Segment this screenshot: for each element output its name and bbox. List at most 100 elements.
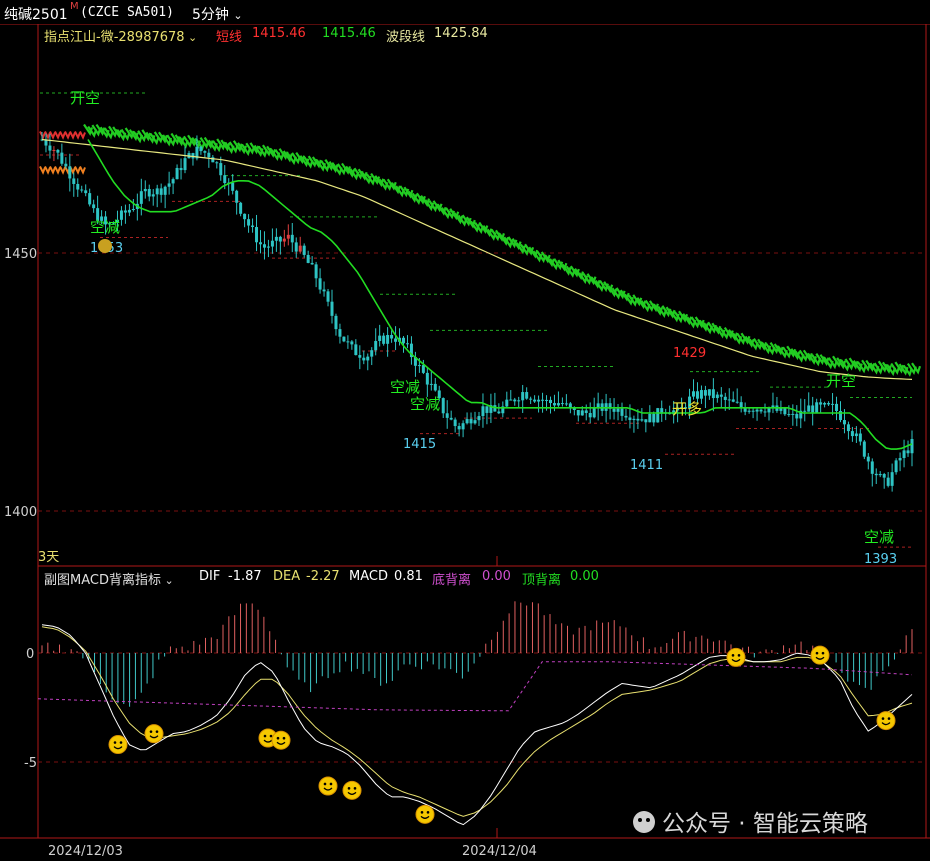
candle-body: [513, 399, 517, 402]
candle-body: [632, 418, 636, 421]
candle-body: [402, 337, 406, 344]
candle-body: [910, 439, 914, 454]
candle-body: [163, 186, 167, 195]
candle-body: [727, 399, 731, 401]
symbol-flag: M: [70, 1, 79, 12]
candle-body: [791, 413, 795, 415]
sub-pane-frame: [37, 565, 927, 839]
candle-body: [509, 399, 513, 401]
candle-body: [644, 419, 648, 423]
smiley-icon: [144, 724, 164, 744]
candle-body: [894, 460, 898, 473]
candle-body: [469, 419, 473, 424]
candle-body: [548, 399, 552, 404]
annotation-signal: 空减: [390, 378, 420, 396]
candle-body: [64, 163, 68, 167]
band-arrow-orange: [49, 165, 56, 175]
candle-body: [842, 420, 846, 425]
sub-indicator-selector[interactable]: 副图MACD背离指标 ⌄: [44, 569, 174, 588]
candle-body: [290, 234, 294, 243]
candle-body: [545, 399, 549, 401]
candle-body: [533, 399, 537, 402]
dif-line: [41, 624, 913, 826]
candle-body: [270, 240, 274, 247]
candle-body: [521, 392, 525, 401]
bottom-div-label: 底背离: [432, 573, 472, 588]
candle-body: [755, 409, 759, 412]
smiley-icon: [810, 645, 830, 665]
dea-label: DEA: [273, 569, 301, 584]
money-bag-icon: [98, 239, 112, 253]
smiley-eye: [155, 730, 159, 733]
candle-body: [314, 264, 318, 279]
macd-histogram: [41, 601, 913, 707]
candle-body: [731, 399, 735, 402]
macd-value: 0.81: [394, 569, 423, 584]
candle-body: [576, 409, 580, 416]
candle-body: [68, 166, 72, 179]
candle-body: [477, 416, 481, 421]
smiley-icon: [726, 647, 746, 667]
candle-body: [243, 213, 247, 220]
x-tick-label-1: 2024/12/03: [48, 844, 123, 859]
smiley-eye: [353, 787, 357, 790]
candle-body: [497, 411, 501, 414]
candle-body: [882, 474, 886, 478]
y-tick-1400: 1400: [4, 505, 37, 520]
candle-body: [628, 417, 632, 421]
x-tick-label-2: 2024/12/04: [462, 844, 537, 859]
smiley-eye: [269, 734, 273, 738]
chart-canvas: 1450 1400 0 -5 2024/12/03 2024/12/04 3天 …: [0, 23, 930, 859]
candle-body: [739, 402, 743, 408]
candle-body: [525, 392, 529, 399]
candle-body: [620, 408, 624, 416]
candle-body: [803, 410, 807, 412]
candle-body: [850, 431, 854, 437]
period-label: 5分钟: [192, 7, 229, 23]
candle-body: [56, 149, 60, 153]
candle-body: [155, 188, 159, 195]
candle-body: [441, 398, 445, 414]
candle-body: [819, 402, 823, 405]
candle-body: [247, 219, 251, 226]
candle-body: [858, 433, 862, 442]
dif-value: -1.87: [228, 569, 262, 584]
candle-body: [274, 236, 278, 241]
candle-body: [127, 209, 131, 213]
candle-body: [52, 149, 56, 151]
symbol-name[interactable]: 纯碱2501: [4, 4, 68, 24]
short-line-value: 1415.46: [252, 26, 306, 41]
chevron-down-icon: ⌄: [184, 31, 198, 44]
contract-code: (CZCE SA501): [80, 5, 174, 20]
band-arrow-orange: [39, 165, 46, 175]
candle-body: [556, 403, 560, 406]
candle-body: [223, 175, 227, 184]
dea-value: -2.27: [306, 569, 340, 584]
candle-body: [568, 403, 572, 408]
candle-body: [695, 391, 699, 399]
indicator-selector[interactable]: 指点江山-微-28987678 ⌄: [44, 26, 197, 45]
candle-body: [326, 291, 330, 302]
candle-body: [76, 183, 80, 190]
period-selector[interactable]: 5分钟 ⌄: [192, 4, 243, 24]
candle-body: [616, 408, 620, 412]
candle-body: [759, 409, 763, 412]
candle-body: [564, 403, 568, 405]
candle-body: [898, 458, 902, 461]
annotation-low_label: 1415: [403, 437, 436, 452]
smiley-eye: [731, 654, 735, 657]
candle-body: [461, 423, 465, 430]
candle-body: [846, 424, 850, 432]
candle-body: [390, 334, 394, 339]
candle-body: [203, 151, 207, 153]
candle-body: [429, 383, 433, 385]
candle-body: [485, 406, 489, 413]
candle-body: [235, 190, 239, 203]
candle-body: [215, 162, 219, 164]
candle-body: [433, 383, 437, 391]
macd-label: MACD: [349, 569, 388, 584]
candle-body: [421, 365, 425, 373]
candle-body: [358, 355, 362, 358]
candle-body: [827, 403, 831, 405]
moving-lines: [41, 138, 913, 450]
